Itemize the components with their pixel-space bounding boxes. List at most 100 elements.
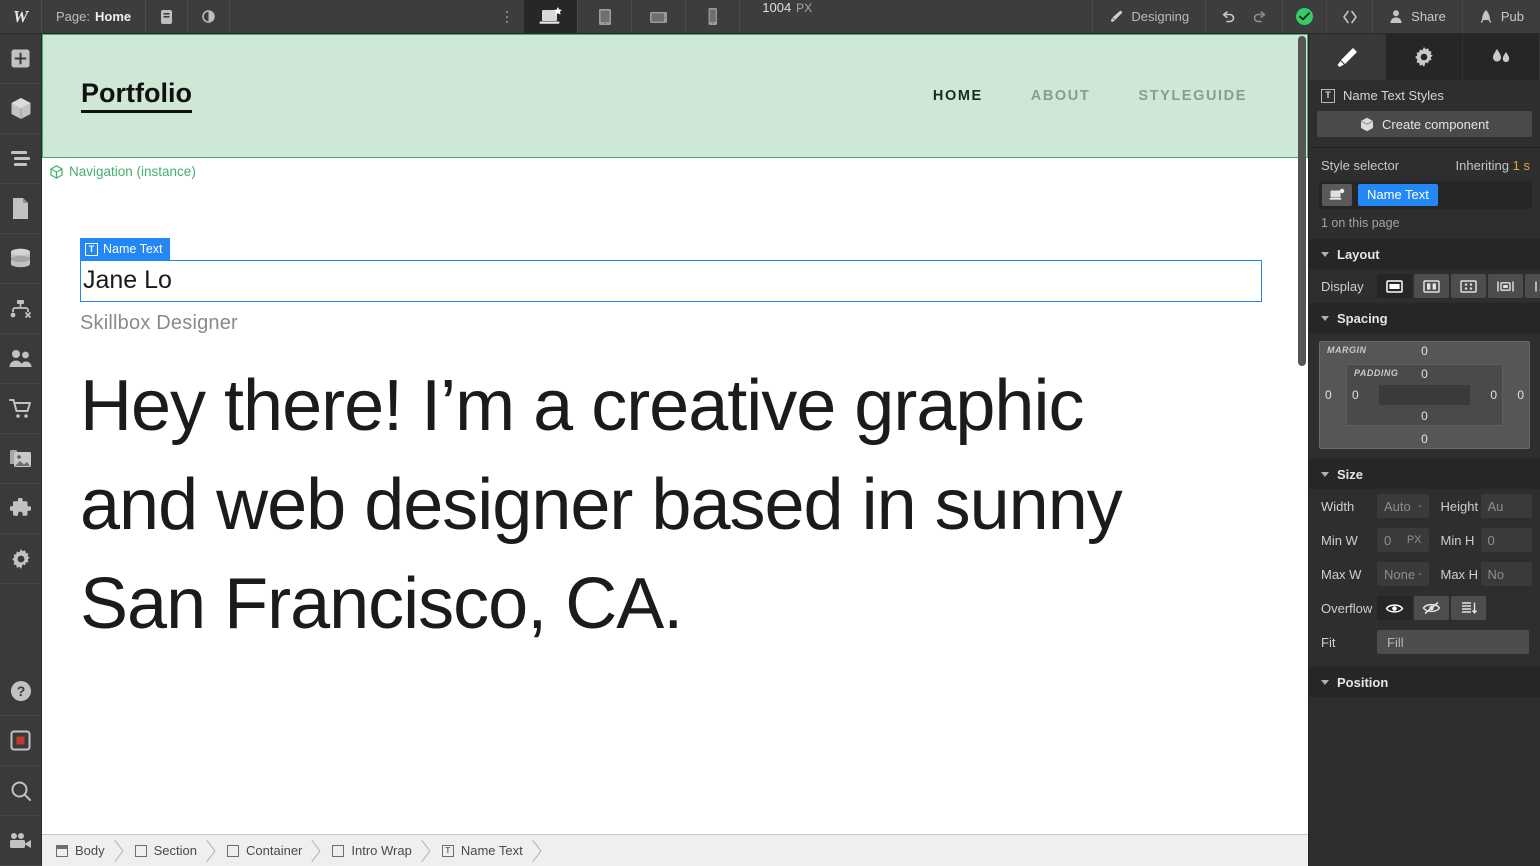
eye-icon[interactable] bbox=[188, 0, 231, 33]
breadcrumb-item-container[interactable]: Container bbox=[213, 835, 318, 866]
inheriting-status[interactable]: Inheriting 1 s bbox=[1456, 158, 1530, 173]
viewport-width-value: 1004 bbox=[762, 0, 792, 15]
margin-top-input[interactable]: 0 bbox=[1421, 344, 1428, 358]
breakpoint-tablet[interactable] bbox=[578, 0, 633, 33]
display-inline-block-button[interactable] bbox=[1488, 274, 1523, 298]
share-button[interactable]: Share bbox=[1372, 0, 1462, 33]
mode-toggle[interactable]: Designing bbox=[1092, 0, 1205, 33]
viewport-width[interactable]: 1004 PX bbox=[740, 0, 832, 33]
min-width-input[interactable]: 0 PX bbox=[1377, 528, 1429, 552]
cms-collections-icon[interactable] bbox=[0, 234, 41, 284]
pages-icon[interactable] bbox=[0, 184, 41, 234]
fit-value: Fill bbox=[1387, 634, 1404, 650]
body-icon bbox=[56, 844, 68, 857]
max-height-input[interactable]: No bbox=[1480, 562, 1532, 586]
tab-style[interactable] bbox=[1309, 34, 1386, 80]
padding-bottom-input[interactable]: 0 bbox=[1421, 409, 1428, 423]
code-icon[interactable] bbox=[1326, 0, 1372, 33]
margin-box: MARGIN 0 0 0 0 PADDING 0 0 0 0 bbox=[1319, 341, 1530, 449]
mode-label: Designing bbox=[1131, 9, 1190, 24]
tab-settings[interactable] bbox=[1386, 34, 1463, 80]
padding-right-input[interactable]: 0 bbox=[1490, 388, 1497, 402]
margin-right-input[interactable]: 0 bbox=[1517, 388, 1524, 402]
record-icon[interactable] bbox=[0, 716, 41, 766]
element-state-icon[interactable] bbox=[1322, 184, 1352, 206]
margin-bottom-input[interactable]: 0 bbox=[1421, 432, 1428, 446]
assets-icon[interactable] bbox=[0, 434, 41, 484]
users-icon[interactable] bbox=[0, 334, 41, 384]
create-component-button[interactable]: Create component bbox=[1317, 111, 1532, 137]
rocket-icon bbox=[1480, 10, 1492, 23]
design-canvas[interactable]: Portfolio HOME ABOUT STYLEGUIDE Navigati… bbox=[42, 34, 1308, 834]
display-flex-button[interactable] bbox=[1414, 274, 1449, 298]
overflow-scroll-button[interactable] bbox=[1451, 596, 1486, 620]
section-size-header[interactable]: Size bbox=[1309, 459, 1540, 489]
breadcrumb-item-name-text[interactable]: T Name Text bbox=[428, 835, 539, 866]
headline-element[interactable]: Hey there! I’m a creative graphic and we… bbox=[80, 335, 1200, 655]
max-width-input[interactable]: None - bbox=[1377, 562, 1429, 586]
margin-left-input[interactable]: 0 bbox=[1325, 388, 1332, 402]
min-height-input[interactable]: 0 bbox=[1480, 528, 1532, 552]
section-position-header[interactable]: Position bbox=[1309, 667, 1540, 697]
selector-chip[interactable]: Name Text bbox=[1358, 183, 1438, 207]
name-text-element[interactable]: Jane Lo bbox=[83, 265, 1261, 295]
breakpoint-desktop[interactable] bbox=[524, 0, 579, 33]
nav-link-styleguide[interactable]: STYLEGUIDE bbox=[1138, 88, 1247, 104]
publish-button[interactable]: Pub bbox=[1461, 0, 1540, 33]
person-icon bbox=[1390, 10, 1402, 23]
pages-icon[interactable] bbox=[146, 0, 189, 33]
apps-icon[interactable] bbox=[0, 484, 41, 534]
breadcrumb-label: Section bbox=[153, 843, 198, 858]
overflow-visible-button[interactable] bbox=[1377, 596, 1412, 620]
selected-element-box[interactable]: Jane Lo bbox=[80, 259, 1262, 302]
nav-link-home[interactable]: HOME bbox=[933, 88, 983, 104]
chevron-down-icon bbox=[1321, 471, 1329, 477]
site-brand[interactable]: Portfolio bbox=[81, 79, 192, 113]
height-input[interactable]: Au bbox=[1480, 494, 1532, 518]
breakpoint-mobile-landscape[interactable] bbox=[632, 0, 687, 33]
padding-top-input[interactable]: 0 bbox=[1421, 367, 1428, 381]
nav-link-about[interactable]: ABOUT bbox=[1031, 88, 1091, 104]
display-block-button[interactable] bbox=[1377, 274, 1412, 298]
breakpoint-mobile-portrait[interactable] bbox=[686, 0, 741, 33]
page-selector[interactable]: Page: Home bbox=[42, 0, 147, 33]
breadcrumb-item-section[interactable]: Section bbox=[121, 835, 213, 866]
navigation-component[interactable]: Portfolio HOME ABOUT STYLEGUIDE bbox=[42, 34, 1308, 158]
section-spacing-header[interactable]: Spacing bbox=[1309, 303, 1540, 333]
webflow-logo-icon[interactable]: W bbox=[0, 0, 42, 33]
component-instance-text: Navigation (instance) bbox=[69, 164, 196, 179]
search-icon[interactable] bbox=[0, 766, 41, 816]
section-spacing-title: Spacing bbox=[1337, 310, 1388, 326]
width-value: Auto bbox=[1384, 498, 1411, 514]
overflow-row: Overflow bbox=[1309, 591, 1540, 625]
components-icon[interactable] bbox=[0, 84, 41, 134]
save-status[interactable] bbox=[1282, 0, 1326, 33]
section-layout-header[interactable]: Layout bbox=[1309, 239, 1540, 269]
video-icon[interactable] bbox=[0, 816, 41, 866]
padding-left-input[interactable]: 0 bbox=[1352, 388, 1359, 402]
add-elements-icon[interactable] bbox=[0, 34, 41, 84]
text-icon: T bbox=[1321, 88, 1335, 103]
display-options: A bbox=[1377, 274, 1540, 298]
more-options-icon[interactable] bbox=[490, 0, 524, 33]
svg-text:?: ? bbox=[16, 683, 25, 699]
help-icon[interactable]: ? bbox=[0, 666, 41, 716]
fit-select[interactable]: Fill bbox=[1377, 630, 1529, 654]
selector-field[interactable]: Name Text bbox=[1319, 181, 1532, 209]
breadcrumb-item-body[interactable]: Body bbox=[42, 835, 121, 866]
ecommerce-icon[interactable] bbox=[0, 384, 41, 434]
breadcrumb-label: Body bbox=[75, 843, 105, 858]
settings-icon[interactable] bbox=[0, 534, 41, 584]
breadcrumb-label: Intro Wrap bbox=[351, 843, 412, 858]
tab-interactions[interactable] bbox=[1463, 34, 1540, 80]
display-inline-button[interactable]: A bbox=[1525, 274, 1540, 298]
width-input[interactable]: Auto - bbox=[1377, 494, 1429, 518]
display-grid-button[interactable] bbox=[1451, 274, 1486, 298]
canvas-scrollbar[interactable] bbox=[1298, 36, 1306, 366]
logic-icon[interactable] bbox=[0, 284, 41, 334]
overflow-hidden-button[interactable] bbox=[1414, 596, 1449, 620]
navigator-icon[interactable] bbox=[0, 134, 41, 184]
check-circle-icon bbox=[1296, 8, 1314, 25]
role-text-element[interactable]: Skillbox Designer bbox=[80, 302, 1308, 335]
breadcrumb-item-intro-wrap[interactable]: Intro Wrap bbox=[318, 835, 427, 866]
